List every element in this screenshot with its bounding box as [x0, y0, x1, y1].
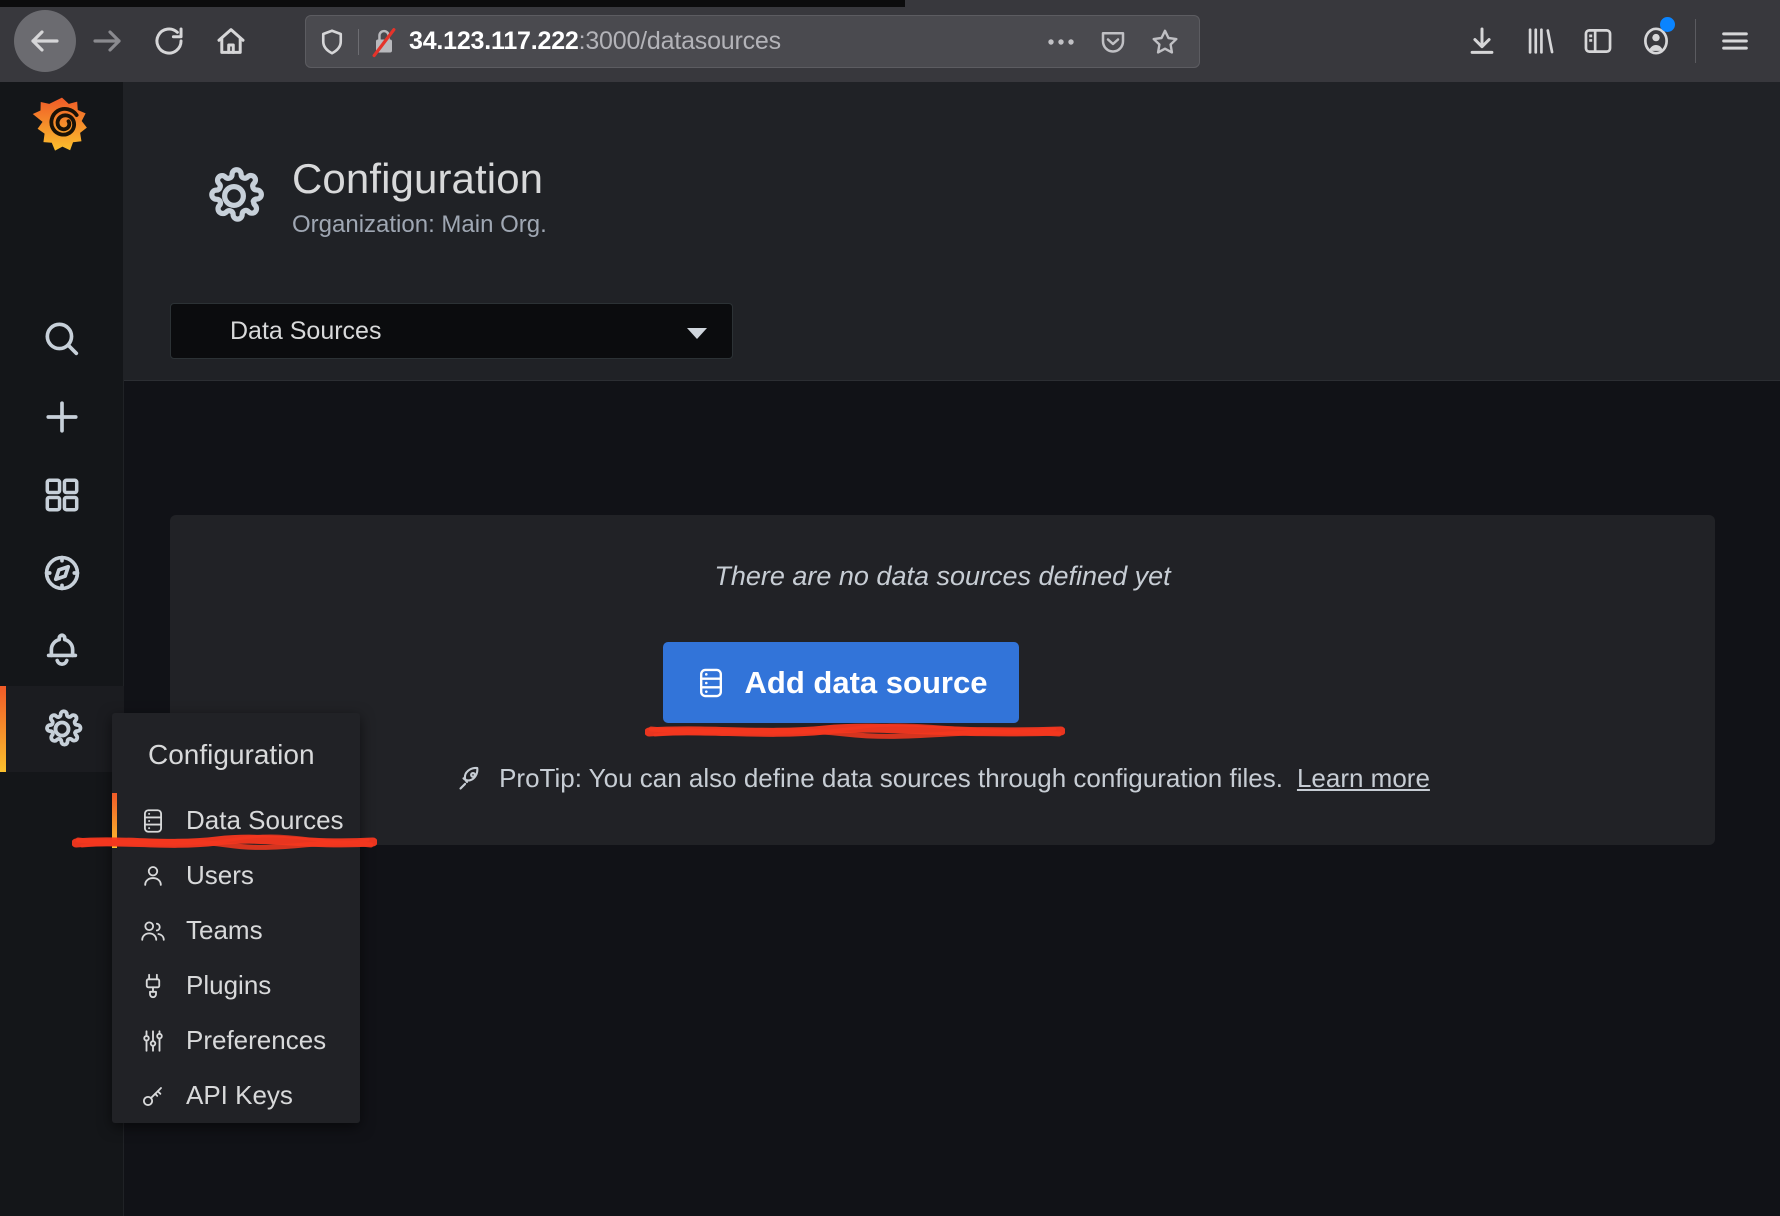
page-title: Configuration: [292, 155, 544, 202]
insecure-lock-icon[interactable]: [359, 26, 409, 58]
tab-strip: [0, 0, 905, 7]
back-button[interactable]: [14, 10, 76, 72]
reload-button[interactable]: [138, 10, 200, 72]
page-title-block: Configuration Organization: Main Org.: [292, 155, 547, 239]
library-icon[interactable]: [1511, 9, 1569, 73]
flyout-item-plugins[interactable]: Plugins: [112, 958, 360, 1013]
browser-chrome: 34.123.117.222:3000/datasources: [0, 0, 1780, 82]
forward-button[interactable]: [76, 10, 138, 72]
sidebar-item-alerting[interactable]: [0, 608, 124, 694]
sliders-icon: [136, 1028, 170, 1054]
page-section-select-value: Data Sources: [230, 316, 382, 345]
page-section-select[interactable]: Data Sources: [170, 303, 733, 359]
flyout-item-label: API Keys: [186, 1080, 293, 1110]
configuration-flyout-menu: Configuration Data Sources Users Teams P…: [112, 713, 360, 1123]
sidebar-item-dashboards[interactable]: [0, 452, 124, 538]
chevron-down-icon[interactable]: [686, 326, 708, 345]
sidebar-item-search[interactable]: [0, 296, 124, 382]
page-subtitle: Organization: Main Org.: [292, 210, 547, 238]
toolbar-separator: [1695, 19, 1696, 63]
side-rail: [0, 82, 124, 1216]
flyout-item-label: Teams: [186, 915, 263, 945]
key-icon: [136, 1083, 170, 1109]
browser-nav-buttons: [14, 10, 262, 72]
home-button[interactable]: [200, 10, 262, 72]
flyout-heading: Configuration: [148, 739, 315, 770]
database-icon: [136, 807, 170, 835]
rocket-icon: [455, 764, 485, 794]
flyout-item-label: Users: [186, 860, 254, 890]
plug-icon: [136, 972, 170, 1000]
browser-toolbar-right: [1453, 9, 1764, 73]
flyout-item-label: Preferences: [186, 1025, 327, 1055]
bookmark-star-icon[interactable]: [1139, 16, 1191, 68]
empty-state-message: There are no data sources defined yet: [714, 561, 1171, 591]
protip-learn-more-link[interactable]: Learn more: [1297, 763, 1430, 794]
sidebar-icon[interactable]: [1569, 9, 1627, 73]
tracking-protection-shield-icon[interactable]: [306, 27, 358, 57]
account-icon[interactable]: [1627, 9, 1685, 73]
url-bar[interactable]: 34.123.117.222:3000/datasources: [305, 15, 1200, 68]
flyout-item-api-keys[interactable]: API Keys: [112, 1068, 360, 1123]
sidebar-item-configuration[interactable]: [0, 686, 124, 772]
url-host: 34.123.117.222: [409, 27, 579, 55]
users-group-icon: [136, 918, 170, 944]
sidebar-item-create[interactable]: [0, 374, 124, 460]
flyout-item-data-sources[interactable]: Data Sources: [112, 793, 360, 848]
page-actions-ellipsis-icon[interactable]: [1035, 16, 1087, 68]
flyout-item-teams[interactable]: Teams: [112, 903, 360, 958]
account-notification-badge: [1660, 17, 1675, 32]
downloads-icon[interactable]: [1453, 9, 1511, 73]
grafana-logo[interactable]: [26, 92, 98, 164]
user-icon: [136, 863, 170, 889]
flyout-item-label: Data Sources: [186, 805, 344, 835]
sidebar-item-explore[interactable]: [0, 530, 124, 616]
add-data-source-button[interactable]: Add data source: [663, 642, 1019, 723]
datasource-list-panel: There are no data sources defined yet Ad…: [170, 515, 1715, 845]
flyout-item-label: Plugins: [186, 970, 272, 1000]
database-icon: [695, 666, 727, 700]
add-data-source-label: Add data source: [744, 664, 988, 700]
flyout-item-preferences[interactable]: Preferences: [112, 1013, 360, 1068]
pocket-icon[interactable]: [1087, 16, 1139, 68]
url-path: :3000/datasources: [578, 27, 782, 55]
flyout-item-users[interactable]: Users: [112, 848, 360, 903]
gear-icon: [200, 162, 268, 230]
page-header: Configuration Organization: Main Org. Da…: [124, 82, 1780, 381]
grafana-app: Configuration Organization: Main Org. Da…: [0, 82, 1780, 1216]
protip-row: ProTip: You can also define data sources…: [170, 763, 1715, 794]
url-text[interactable]: 34.123.117.222:3000/datasources: [409, 27, 1035, 56]
protip-text: ProTip: You can also define data sources…: [499, 763, 1283, 793]
page-title-row: Configuration Organization: Main Org.: [200, 155, 547, 239]
hamburger-menu-icon[interactable]: [1706, 9, 1764, 73]
